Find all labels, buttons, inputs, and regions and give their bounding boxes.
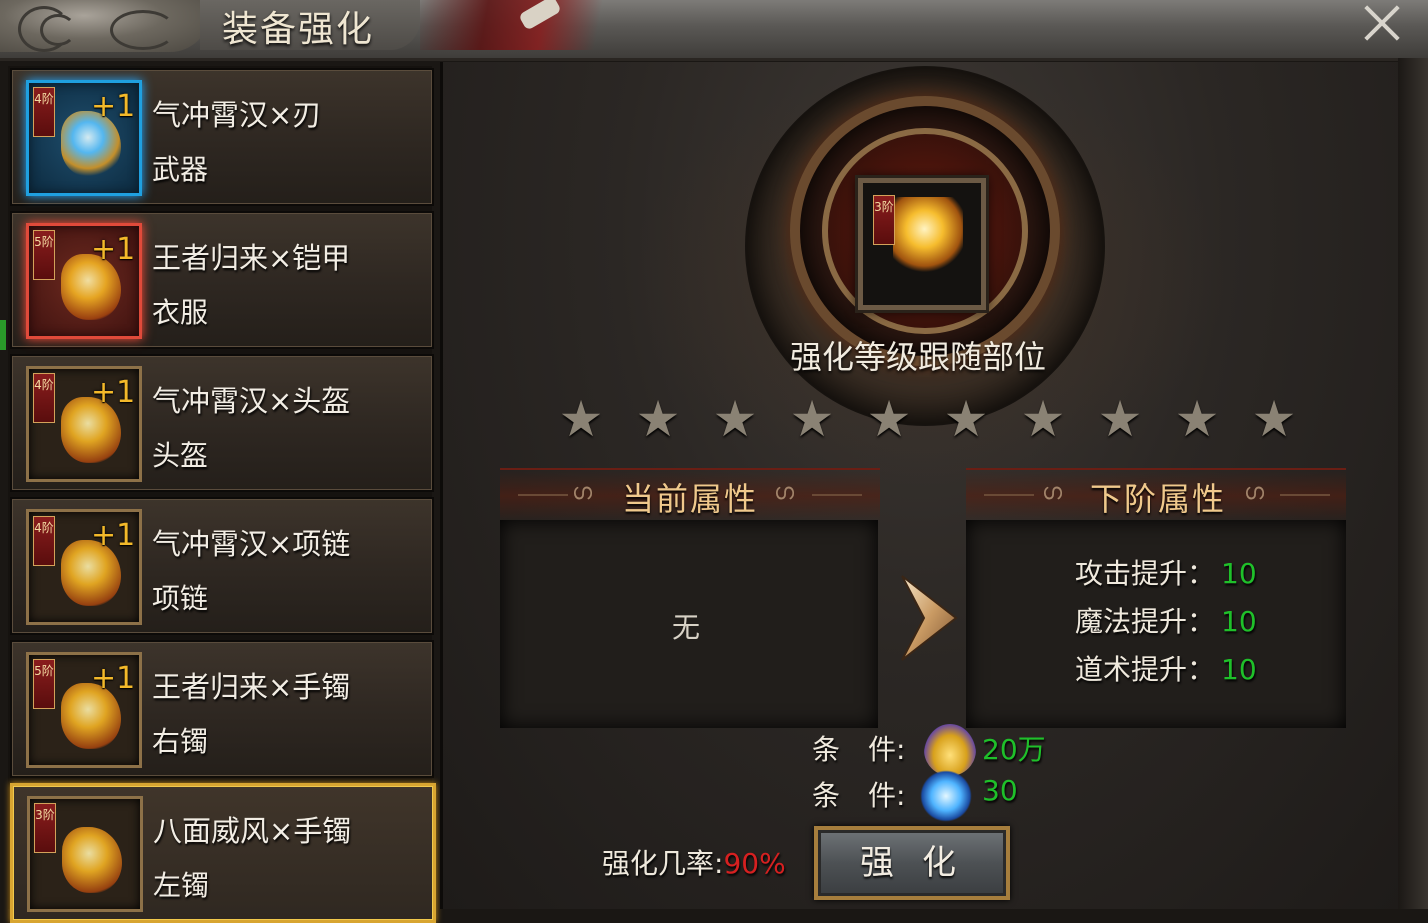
current-attributes-empty: 无 [672,611,701,644]
item-name: 气冲霄汉×头盔 [152,384,351,418]
title-ornament [0,0,210,52]
window-title: 装备强化 [222,9,375,50]
equipment-icon: 5阶 +1 [26,223,142,339]
scroll-ornament-icon: ഗ [774,480,795,505]
item-name: 王者归来×铠甲 [152,241,351,275]
condition-value-gold: 20万 [982,733,1046,766]
grade-badge: 5阶 [33,230,55,280]
plus-level: +1 [91,89,136,124]
item-slot-type: 衣服 [152,296,209,329]
divider [518,494,568,496]
divider [812,494,862,496]
divider [984,494,1034,496]
condition-label-crystal: 条 件: [812,779,906,812]
equipment-icon: 4阶 +1 [26,509,142,625]
equipment-slot-left-bracelet[interactable]: 3阶 八面威风×手镯 左镯 [10,783,436,923]
star-icon: ★ [1097,390,1143,448]
equipment-icon: 3阶 [27,796,143,912]
item-name: 气冲霄汉×项链 [152,527,351,561]
stat-row-taoism: 道术提升： 10 [1075,648,1257,688]
plus-level: +1 [91,518,136,553]
close-icon[interactable] [1364,4,1400,40]
equipment-slot-necklace[interactable]: 4阶 +1 气冲霄汉×项链 项链 [10,497,434,635]
plus-level: +1 [91,661,136,696]
item-slot-type: 项链 [152,582,209,615]
equipment-icon: 5阶 +1 [26,652,142,768]
condition-value-crystal: 30 [982,774,1018,807]
panel-frame [1398,58,1428,909]
stat-row-magic: 魔法提升： 10 [1075,600,1257,640]
item-slot-type: 武器 [152,153,209,186]
equipment-slot-armor[interactable]: 5阶 +1 王者归来×铠甲 衣服 [10,211,434,349]
stat-label: 道术提升： [1075,653,1216,686]
condition-label-gold: 条 件: [812,733,906,766]
success-rate-value: 90% [723,847,786,880]
grade-badge: 3阶 [873,195,895,245]
equipment-slot-helmet[interactable]: 4阶 +1 气冲霄汉×头盔 头盔 [10,354,434,492]
item-slot-type: 右镯 [152,725,209,758]
stat-value: 10 [1221,605,1257,638]
swirl-ornament-icon [40,14,76,46]
item-slot-type: 头盔 [152,439,209,472]
stat-value: 10 [1221,557,1257,590]
item-slot-type: 左镯 [153,869,210,902]
divider [1280,494,1330,496]
next-attributes-title: 下阶属性 [1090,480,1227,518]
grade-badge: 3阶 [34,803,56,853]
star-icon: ★ [712,390,758,448]
stat-value: 10 [1221,653,1257,686]
star-icon: ★ [1174,390,1220,448]
equipment-slot-right-bracelet[interactable]: 5阶 +1 王者归来×手镯 右镯 [10,640,434,778]
equipment-icon: 4阶 +1 [26,80,142,196]
edge-marker [0,320,6,350]
stat-row-attack: 攻击提升： 10 [1075,552,1257,592]
equipment-list: 4阶 +1 气冲霄汉×刃 武器 5阶 +1 王者归来×铠甲 衣服 4阶 +1 气… [8,66,436,923]
title-bar: 装备强化 [0,0,1428,61]
item-name: 八面威风×手镯 [153,814,352,848]
scroll-ornament-icon: ഗ [1042,480,1063,505]
star-icon: ★ [943,390,989,448]
star-rating: ★ ★ ★ ★ ★ ★ ★ ★ ★ ★ [556,394,1316,446]
plus-level: +1 [91,375,136,410]
swirl-ornament-icon [110,10,176,50]
scroll-ornament-icon: ഗ [572,480,593,505]
grade-badge: 4阶 [33,373,55,423]
star-icon: ★ [1020,390,1066,448]
stat-label: 攻击提升： [1075,557,1216,590]
grade-badge: 4阶 [33,516,55,566]
scroll-ornament-icon: ഗ [1244,480,1265,505]
gold-ingot-icon [924,724,976,776]
star-icon: ★ [789,390,835,448]
bracelet-item-icon [62,827,122,893]
stat-label: 魔法提升： [1075,605,1216,638]
success-rate-label: 强化几率: [602,847,724,880]
blue-crystal-icon [920,770,972,822]
enhance-button[interactable]: 强化 [814,826,1010,900]
grade-badge: 5阶 [33,659,55,709]
enhance-level-caption: 强化等级跟随部位 [790,338,1047,376]
bracelet-item-icon [893,197,963,277]
star-icon: ★ [635,390,681,448]
selected-equipment-slot[interactable]: 3阶 [858,178,986,310]
item-name: 气冲霄汉×刃 [152,98,322,132]
success-rate: 强化几率:90% [602,842,786,882]
equipment-icon: 4阶 +1 [26,366,142,482]
star-icon: ★ [1251,390,1297,448]
current-attributes-title: 当前属性 [622,480,759,518]
plus-level: +1 [91,232,136,267]
equipment-slot-weapon[interactable]: 4阶 +1 气冲霄汉×刃 武器 [10,68,434,206]
arrow-right-icon [901,575,958,661]
item-name: 王者归来×手镯 [152,670,351,704]
star-icon: ★ [558,390,604,448]
star-icon: ★ [866,390,912,448]
grade-badge: 4阶 [33,87,55,137]
